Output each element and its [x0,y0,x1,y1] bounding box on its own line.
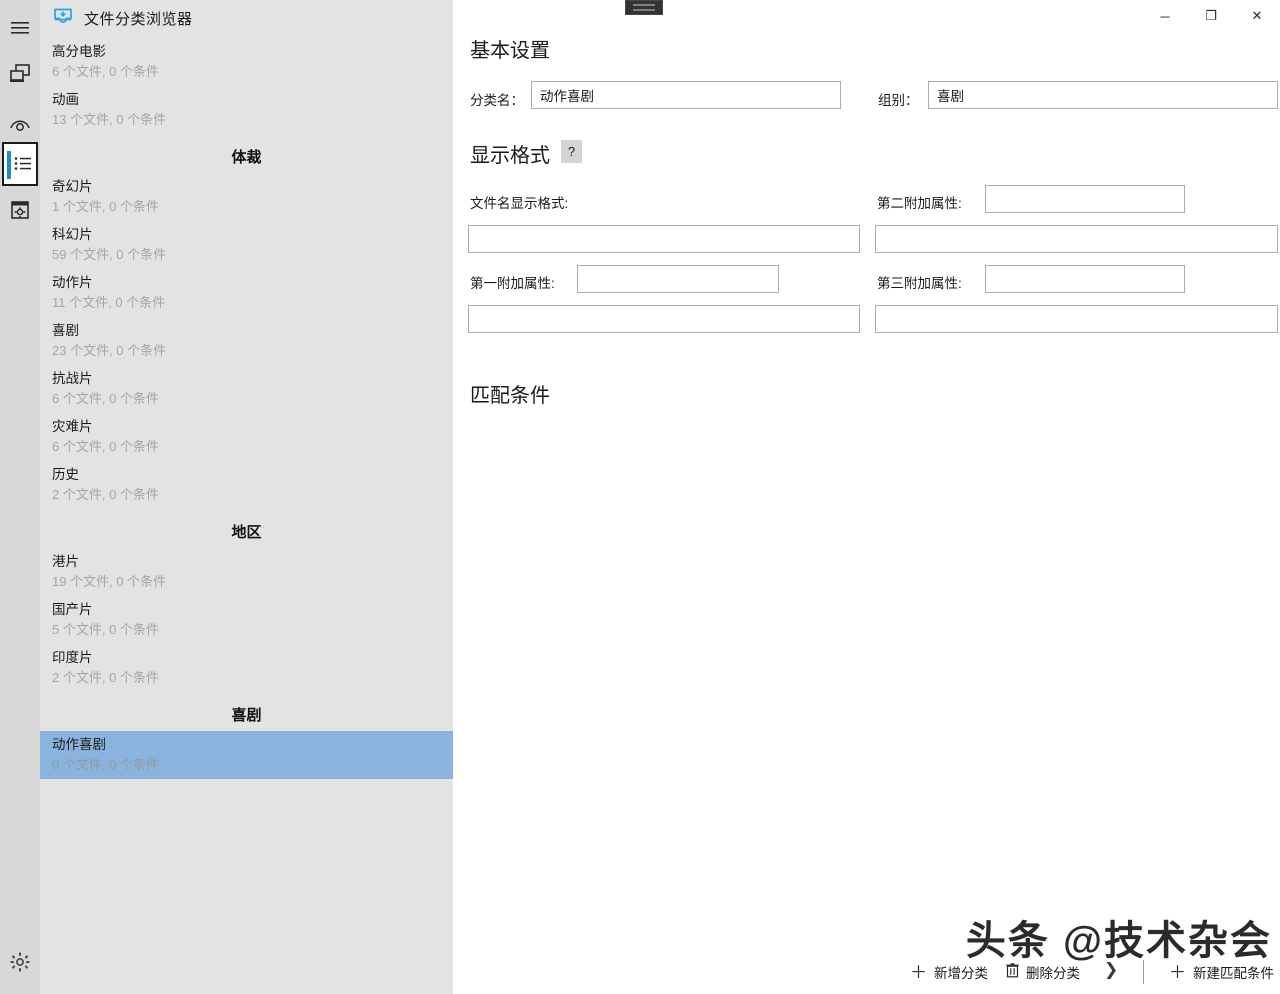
chevron-right-icon[interactable]: ❯ [1104,960,1118,980]
list-item-meta: 1 个文件, 0 个条件 [52,199,159,214]
category-group-header: 地区 [231,524,262,541]
list-item-name: 科幻片 [52,227,93,242]
category-name-input[interactable] [531,81,841,109]
attr2-pattern-input[interactable] [875,225,1278,253]
attr2-input[interactable] [985,185,1185,213]
list-item-meta: 2 个文件, 0 个条件 [52,487,159,502]
list-item[interactable]: 港片 19 个文件, 0 个条件 [40,548,453,596]
attr2-label: 第二附加属性: [877,196,962,211]
category-list[interactable]: 高分电影 6 个文件, 0 个条件 动画 13 个文件, 0 个条件 体裁 奇幻片 1 个文… [40,38,453,779]
attr1-pattern-input[interactable] [468,305,860,333]
attr3-pattern-input[interactable] [875,305,1278,333]
list-item-meta: 59 个文件, 0 个条件 [52,247,167,262]
bottom-toolbar: ＋ 新增分类 删除分类 ❯ ＋ 新建匹配条件 [453,950,1280,994]
list-item[interactable]: 喜剧 23 个文件, 0 个条件 [40,317,453,365]
list-item-name: 灾难片 [52,419,93,434]
basic-settings-heading: 基本设置 [470,40,550,62]
list-item-meta: 6 个文件, 0 个条件 [52,64,159,79]
plus-icon: ＋ [910,962,927,982]
list-item-meta: 6 个文件, 0 个条件 [52,439,159,454]
category-group-header: 喜剧 [231,707,262,724]
app-title-label: 文件分类浏览器 [84,11,193,28]
list-item-meta: 6 个文件, 0 个条件 [52,391,159,406]
help-badge[interactable]: ? [561,140,582,163]
add-category-label: 新增分类 [934,966,988,981]
list-item-meta: 2 个文件, 0 个条件 [52,670,159,685]
hamburger-menu-icon[interactable] [2,6,38,50]
app-title: 文件分类浏览器 [52,6,193,31]
new-condition-label: 新建匹配条件 [1193,966,1274,981]
list-item-name: 历史 [52,467,79,482]
settings-window-icon[interactable] [2,188,38,232]
add-category-button[interactable]: ＋ 新增分类 [910,958,988,986]
list-item-meta: 11 个文件, 0 个条件 [52,295,166,310]
window-controls: ─ ❐ ✕ [1080,0,1280,32]
list-item[interactable]: 动作喜剧 0 个文件, 0 个条件 [40,731,453,779]
window-drag-handle[interactable] [625,0,663,15]
group-name-label: 组别： [878,93,919,108]
inbox-tray-icon [52,6,74,31]
group-name-input[interactable] [928,81,1278,109]
list-item-name: 动作喜剧 [52,737,106,752]
delete-category-button[interactable]: 删除分类 [1006,958,1080,986]
delete-category-label: 删除分类 [1026,966,1080,981]
attr3-input[interactable] [985,265,1185,293]
category-list-panel: 文件分类浏览器 高分电影 6 个文件, 0 个条件 动画 13 个文件, 0 个条件体… [40,0,453,994]
list-item[interactable]: 科幻片 59 个文件, 0 个条件 [40,221,453,269]
app-root: 文件分类浏览器 高分电影 6 个文件, 0 个条件 动画 13 个文件, 0 个条件体… [0,0,1280,994]
list-item-name: 港片 [52,554,79,569]
close-button[interactable]: ✕ [1234,1,1280,31]
list-item[interactable]: 奇幻片 1 个文件, 0 个条件 [40,173,453,221]
windows-stack-icon[interactable] [2,52,38,96]
list-item-meta: 5 个文件, 0 个条件 [52,622,159,637]
list-item-name: 抗战片 [52,371,93,386]
list-item[interactable]: 历史 2 个文件, 0 个条件 [40,461,453,509]
match-conditions-heading: 匹配条件 [470,385,550,407]
selected-accent-bar [7,151,11,179]
list-item[interactable]: 国产片 5 个文件, 0 个条件 [40,596,453,644]
category-group-header: 体裁 [231,149,262,166]
list-item-meta: 0 个文件, 0 个条件 [52,757,159,772]
gear-icon[interactable] [0,944,40,980]
list-item-name: 高分电影 [52,44,106,59]
list-item-name: 喜剧 [52,323,79,338]
list-item[interactable]: 印度片 2 个文件, 0 个条件 [40,644,453,692]
main-content: ─ ❐ ✕ 基本设置 分类名： 组别： 显示格式 ? 文件名显示格式: 第一附加… [453,0,1280,994]
list-item-name: 奇幻片 [52,179,93,194]
list-item-meta: 13 个文件, 0 个条件 [52,112,167,127]
minimize-button[interactable]: ─ [1142,1,1188,31]
eye-preview-icon[interactable] [2,102,38,146]
list-item-meta: 23 个文件, 0 个条件 [52,343,167,358]
list-item[interactable]: 灾难片 6 个文件, 0 个条件 [40,413,453,461]
category-name-label: 分类名： [470,93,524,108]
list-item[interactable]: 抗战片 6 个文件, 0 个条件 [40,365,453,413]
attr1-label: 第一附加属性: [470,276,555,291]
attr3-label: 第三附加属性: [877,276,962,291]
maximize-button[interactable]: ❐ [1188,1,1234,31]
new-condition-button[interactable]: ＋ 新建匹配条件 [1169,958,1274,986]
filename-format-input[interactable] [468,225,860,253]
display-format-heading: 显示格式 [470,145,550,167]
list-item-name: 印度片 [52,650,93,665]
list-item[interactable]: 动画 13 个文件, 0 个条件 [40,86,453,134]
sidebar-item-list-view[interactable] [2,142,38,186]
list-item-name: 国产片 [52,602,93,617]
list-item-name: 动画 [52,92,79,107]
plus-icon: ＋ [1169,962,1186,982]
list-item-name: 动作片 [52,275,93,290]
list-item-meta: 19 个文件, 0 个条件 [52,574,167,589]
toolbar-divider [1143,960,1144,984]
icon-rail [0,0,40,994]
list-item[interactable]: 高分电影 6 个文件, 0 个条件 [40,38,453,86]
list-item[interactable]: 动作片 11 个文件, 0 个条件 [40,269,453,317]
filename-format-label: 文件名显示格式: [470,196,569,211]
attr1-input[interactable] [577,265,779,293]
trash-icon [1006,963,1019,981]
